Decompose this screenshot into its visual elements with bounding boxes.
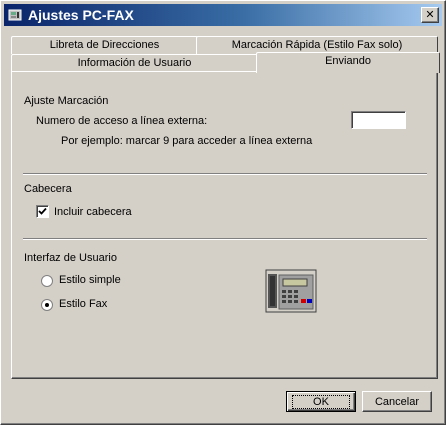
fax-machine-icon — [265, 269, 317, 313]
close-icon: ✕ — [425, 8, 435, 21]
divider — [23, 173, 427, 175]
tab-enviando[interactable]: Enviando — [256, 52, 440, 73]
tab-label: Marcación Rápida (Estilo Fax solo) — [231, 39, 403, 51]
simple-style-radio[interactable] — [41, 275, 53, 287]
tab-label: Enviando — [325, 55, 371, 67]
access-example-text: Por ejemplo: marcar 9 para acceder a lín… — [61, 135, 313, 147]
ok-button-label: OK — [289, 392, 353, 412]
tab-label: Libreta de Direcciones — [49, 39, 160, 51]
ui-group-label: Interfaz de Usuario — [24, 252, 117, 264]
pcfax-settings-dialog: Ajustes PC-FAX ✕ Libreta de Direcciones … — [0, 0, 446, 425]
access-number-label: Numero de acceso a línea externa: — [36, 115, 208, 127]
radio-selected-dot — [45, 303, 49, 307]
window-title: Ajustes PC-FAX — [28, 7, 134, 23]
include-header-label[interactable]: Incluir cabecera — [54, 206, 132, 218]
simple-style-label[interactable]: Estilo simple — [59, 274, 121, 286]
access-number-input[interactable] — [351, 111, 406, 129]
tab-libreta-de-direcciones[interactable]: Libreta de Direcciones — [11, 36, 198, 54]
cancel-button[interactable]: Cancelar — [362, 391, 432, 412]
ok-button[interactable]: OK — [286, 391, 356, 412]
close-button[interactable]: ✕ — [421, 7, 439, 23]
tab-label: Información de Usuario — [77, 57, 192, 69]
fax-style-label[interactable]: Estilo Fax — [59, 298, 107, 310]
checkmark-icon — [38, 207, 47, 215]
header-group-label: Cabecera — [24, 183, 72, 195]
fax-style-radio[interactable] — [41, 299, 53, 311]
pcfax-app-icon — [8, 9, 22, 21]
dial-group-label: Ajuste Marcación — [24, 95, 109, 107]
title-bar[interactable]: Ajustes PC-FAX ✕ — [4, 4, 442, 26]
divider — [23, 238, 427, 240]
tab-informacion-de-usuario[interactable]: Información de Usuario — [11, 54, 258, 72]
include-header-checkbox[interactable] — [36, 205, 49, 218]
cancel-button-label: Cancelar — [374, 396, 420, 408]
